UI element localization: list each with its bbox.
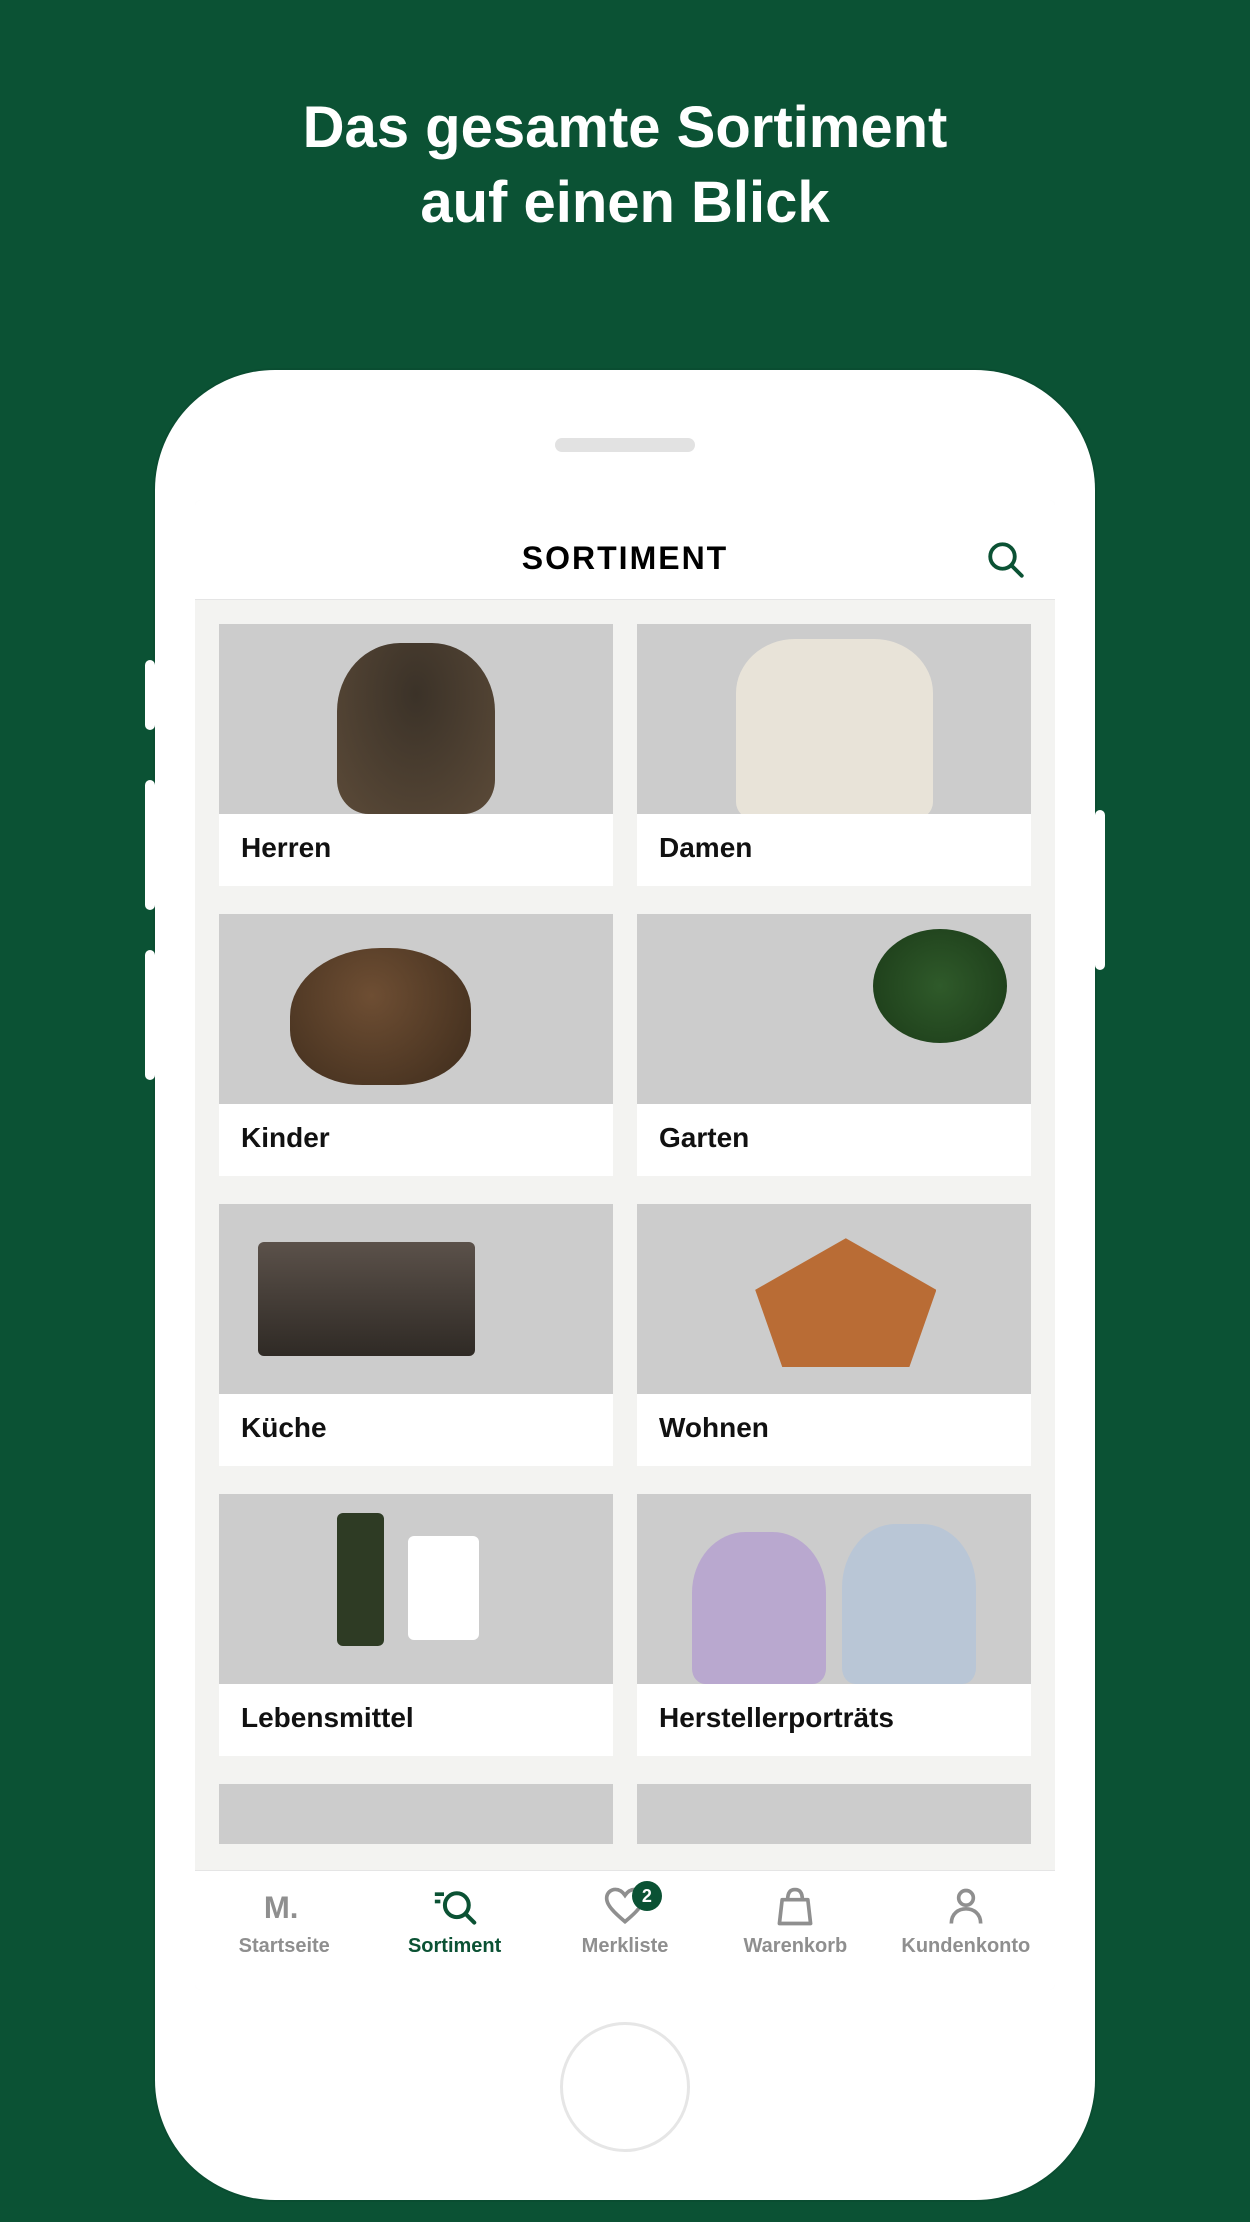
tab-startseite[interactable]: M. Startseite bbox=[199, 1885, 369, 1958]
headline-line2: auf einen Blick bbox=[0, 165, 1250, 240]
category-thumbnail bbox=[637, 914, 1031, 1104]
app-screen: SORTIMENT Herren Damen Kinder Garten Küche Wo… bbox=[195, 500, 1055, 1990]
phone-speaker bbox=[555, 438, 695, 452]
category-thumbnail bbox=[219, 1784, 613, 1844]
phone-home-button bbox=[560, 2022, 690, 2152]
category-label: Herren bbox=[219, 814, 613, 886]
category-thumbnail bbox=[637, 1784, 1031, 1844]
category-card-lebensmittel[interactable]: Lebensmittel bbox=[219, 1494, 613, 1756]
tab-merkliste[interactable]: Merkliste2 bbox=[540, 1885, 710, 1958]
search-icon bbox=[433, 1885, 477, 1929]
category-card-herstellerporträts[interactable]: Herstellerporträts bbox=[637, 1494, 1031, 1756]
category-label: Lebensmittel bbox=[219, 1684, 613, 1756]
phone-side-button bbox=[145, 950, 155, 1080]
headline-line1: Das gesamte Sortiment bbox=[0, 90, 1250, 165]
tab-sortiment[interactable]: Sortiment bbox=[369, 1885, 539, 1958]
category-label: Herstellerporträts bbox=[637, 1684, 1031, 1756]
person-icon bbox=[944, 1885, 988, 1929]
category-thumbnail bbox=[637, 1204, 1031, 1394]
page-title: SORTIMENT bbox=[522, 540, 728, 577]
category-thumbnail bbox=[219, 1494, 613, 1684]
category-thumbnail bbox=[219, 914, 613, 1104]
tab-bar: M.StartseiteSortimentMerkliste2Warenkorb… bbox=[195, 1870, 1055, 1990]
category-label: Wohnen bbox=[637, 1394, 1031, 1466]
category-thumbnail bbox=[219, 1204, 613, 1394]
phone-side-button bbox=[145, 660, 155, 730]
logo-icon: M. bbox=[262, 1885, 306, 1929]
search-icon bbox=[985, 539, 1027, 581]
svg-text:M.: M. bbox=[264, 1890, 299, 1925]
category-card-garten[interactable]: Garten bbox=[637, 914, 1031, 1176]
category-card-küche[interactable]: Küche bbox=[219, 1204, 613, 1466]
tab-label: Startseite bbox=[239, 1935, 330, 1958]
category-card-wohnen[interactable]: Wohnen bbox=[637, 1204, 1031, 1466]
category-label: Kinder bbox=[219, 1104, 613, 1176]
category-thumbnail bbox=[219, 624, 613, 814]
category-card-damen[interactable]: Damen bbox=[637, 624, 1031, 886]
category-label: Küche bbox=[219, 1394, 613, 1466]
tab-label: Sortiment bbox=[408, 1935, 501, 1958]
tab-label: Kundenkonto bbox=[901, 1935, 1030, 1958]
tab-warenkorb[interactable]: Warenkorb bbox=[710, 1885, 880, 1958]
category-thumbnail bbox=[637, 624, 1031, 814]
phone-mockup: SORTIMENT Herren Damen Kinder Garten Küche Wo… bbox=[155, 370, 1095, 2200]
category-grid[interactable]: Herren Damen Kinder Garten Küche Wohnen Lebens… bbox=[195, 600, 1055, 1870]
category-thumbnail bbox=[637, 1494, 1031, 1684]
category-label: Garten bbox=[637, 1104, 1031, 1176]
phone-side-button bbox=[145, 780, 155, 910]
category-card-herren[interactable]: Herren bbox=[219, 624, 613, 886]
tab-label: Warenkorb bbox=[744, 1935, 848, 1958]
category-card-kinder[interactable]: Kinder bbox=[219, 914, 613, 1176]
tab-label: Merkliste bbox=[582, 1935, 669, 1958]
phone-side-button bbox=[1095, 810, 1105, 970]
bag-icon bbox=[773, 1885, 817, 1929]
tab-kundenkonto[interactable]: Kundenkonto bbox=[881, 1885, 1051, 1958]
app-header: SORTIMENT bbox=[195, 500, 1055, 600]
category-card-partial[interactable] bbox=[637, 1784, 1031, 1844]
tab-badge: 2 bbox=[632, 1881, 662, 1911]
marketing-headline: Das gesamte Sortiment auf einen Blick bbox=[0, 0, 1250, 241]
category-label: Damen bbox=[637, 814, 1031, 886]
category-card-partial[interactable] bbox=[219, 1784, 613, 1844]
search-button[interactable] bbox=[985, 539, 1027, 581]
